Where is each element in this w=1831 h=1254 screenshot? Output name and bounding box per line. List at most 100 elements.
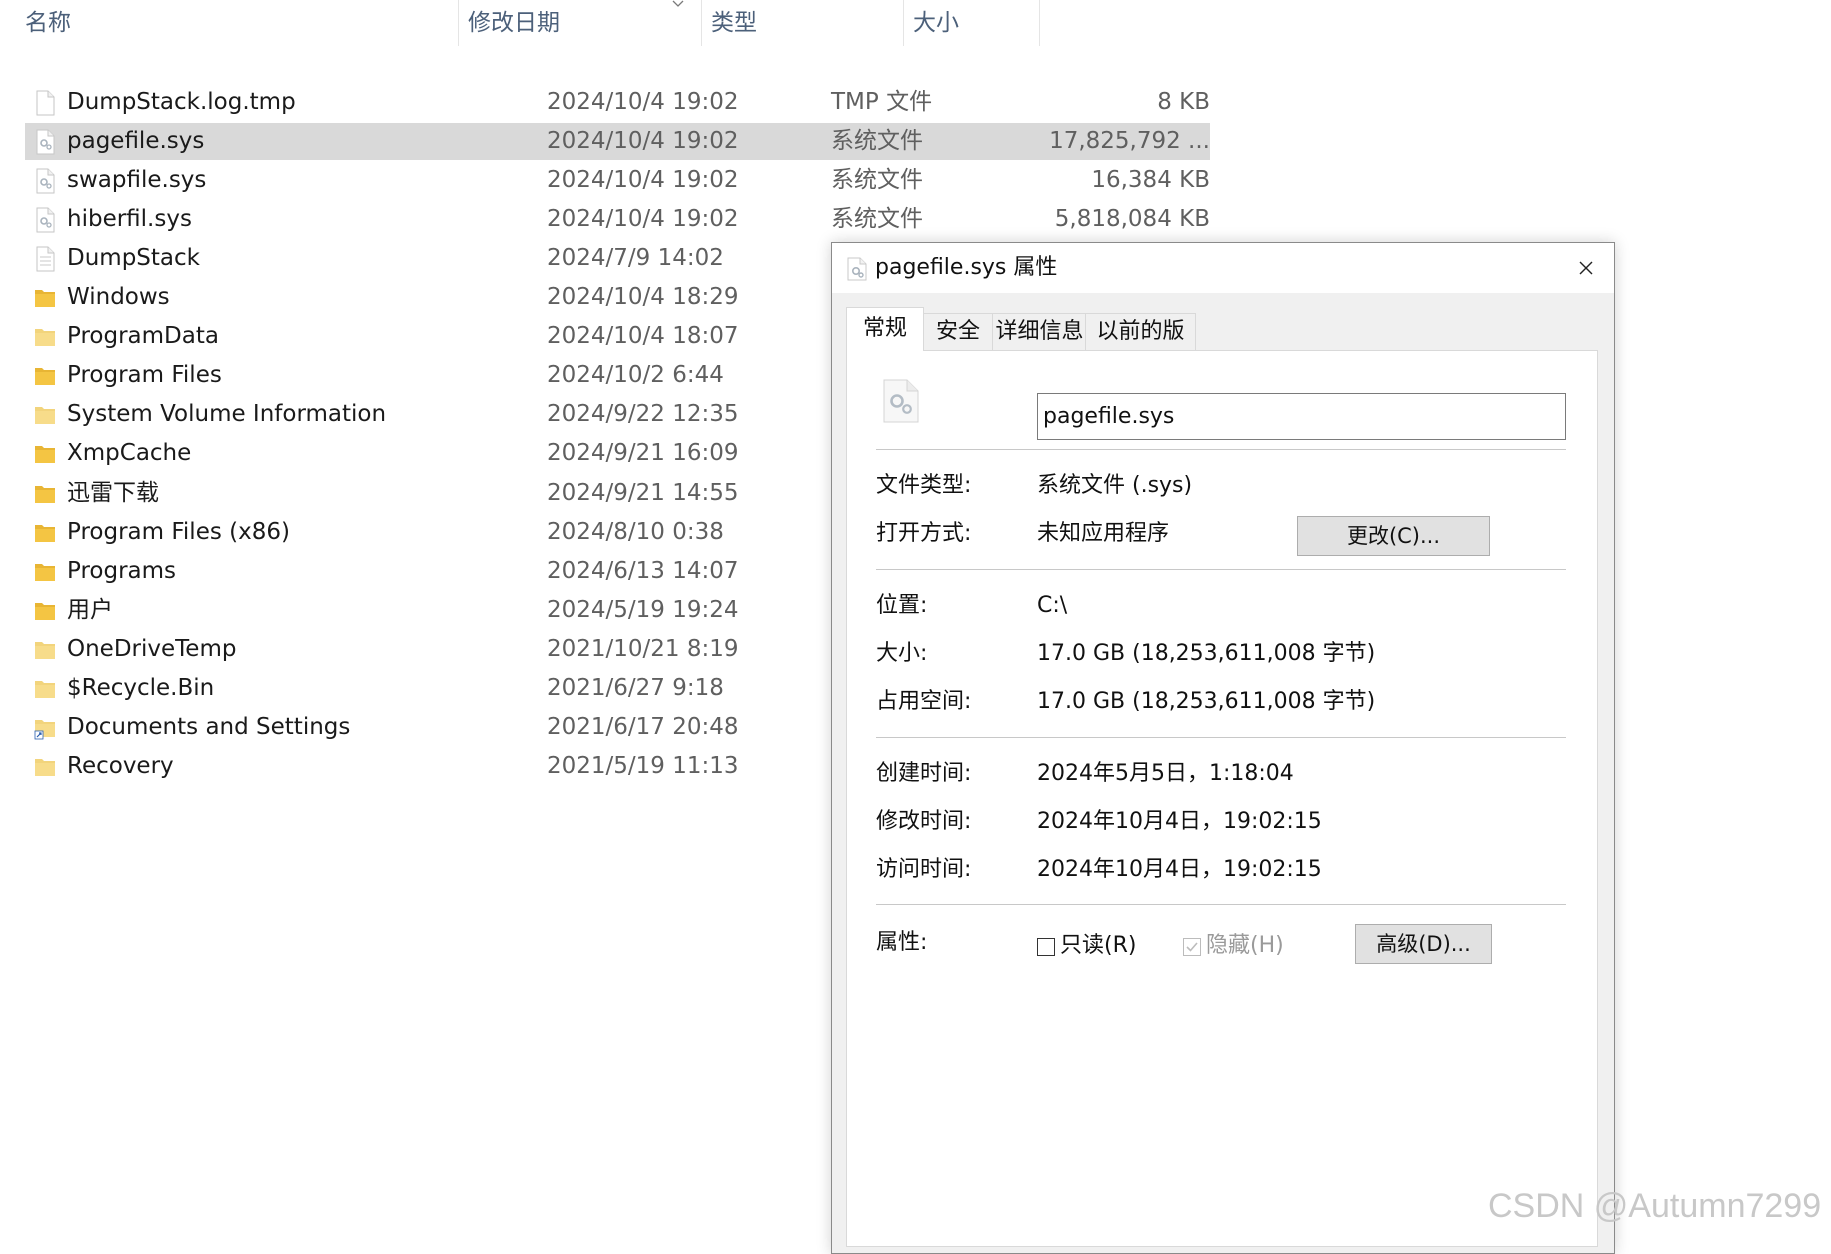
file-name: $Recycle.Bin — [67, 674, 215, 701]
large-system-file-icon — [883, 379, 919, 423]
close-icon — [1579, 261, 1593, 275]
file-modified-date: 2024/7/9 14:02 — [547, 245, 724, 272]
file-type: 系统文件 — [831, 167, 923, 194]
text-file-icon — [34, 246, 56, 272]
divider — [876, 737, 1566, 738]
accessed-value: 2024年10月4日，19:02:15 — [1037, 857, 1322, 882]
file-modified-date: 2024/9/21 14:55 — [547, 479, 739, 506]
file-name: Recovery — [67, 752, 174, 779]
file-row[interactable]: swapfile.sys 2024/10/4 19:02 系统文件 16,384 KB — [25, 162, 1210, 199]
file-name: 用户 — [67, 596, 113, 623]
file-modified-date: 2024/10/4 19:02 — [547, 89, 739, 115]
file-modified-date: 2024/8/10 0:38 — [547, 518, 724, 545]
dialog-titlebar[interactable]: pagefile.sys 属性 — [832, 243, 1614, 293]
folder-icon-faded — [34, 402, 56, 428]
readonly-checkbox[interactable] — [1037, 938, 1055, 956]
file-modified-date: 2021/10/21 8:19 — [547, 635, 739, 662]
file-modified-date: 2024/9/21 16:09 — [547, 440, 739, 467]
sort-descending-icon — [672, 0, 684, 7]
file-name: Documents and Settings — [67, 713, 351, 740]
folder-icon — [34, 520, 56, 546]
file-modified-date: 2024/10/2 6:44 — [547, 362, 724, 389]
system-file-icon — [34, 129, 56, 155]
file-name: hiberfil.sys — [67, 206, 192, 233]
file-size: 17,825,792 ... — [1049, 128, 1210, 155]
folder-icon — [34, 441, 56, 467]
tab-general[interactable]: 常规 — [846, 307, 924, 351]
location-value: C:\ — [1037, 593, 1068, 618]
tab-details[interactable]: 详细信息 — [992, 313, 1087, 350]
file-modified-date: 2024/10/4 18:29 — [547, 284, 739, 311]
file-row[interactable]: pagefile.sys 2024/10/4 19:02 系统文件 17,825,79… — [25, 123, 1210, 161]
tab-security[interactable]: 安全 — [922, 313, 994, 350]
column-divider[interactable] — [701, 0, 702, 46]
file-name: OneDriveTemp — [67, 635, 237, 662]
file-size: 16,384 KB — [1091, 167, 1210, 194]
system-file-icon — [34, 207, 56, 233]
file-name: swapfile.sys — [67, 167, 207, 194]
change-button[interactable]: 更改(C)... — [1297, 516, 1490, 556]
file-modified-date: 2024/9/22 12:35 — [547, 401, 739, 428]
folder-icon-faded — [34, 676, 56, 702]
folder-icon-faded — [34, 324, 56, 350]
advanced-button[interactable]: 高级(D)... — [1355, 924, 1492, 964]
properties-dialog: pagefile.sys 属性 常规 安全 详细信息 以前的版本 文件类型: 系… — [831, 242, 1615, 1254]
file-modified-date: 2024/6/13 14:07 — [547, 557, 739, 584]
file-name: DumpStack — [67, 245, 200, 272]
file-name: DumpStack.log.tmp — [67, 89, 296, 115]
file-name: Program Files — [67, 362, 222, 389]
divider — [876, 449, 1566, 450]
file-name: System Volume Information — [67, 401, 387, 428]
created-label: 创建时间: — [876, 761, 972, 786]
general-tab-panel: 文件类型: 系统文件 (.sys) 打开方式: 未知应用程序 更改(C)... … — [846, 350, 1598, 1247]
column-header-size[interactable]: 大小 — [913, 0, 959, 46]
column-header-name[interactable]: 名称 — [25, 0, 71, 46]
column-divider[interactable] — [458, 0, 459, 46]
divider — [876, 904, 1566, 905]
column-header-date[interactable]: 修改日期 — [468, 0, 560, 46]
file-icon — [34, 90, 56, 116]
folder-icon-faded — [34, 637, 56, 663]
location-label: 位置: — [876, 593, 928, 618]
file-modified-date: 2021/5/19 11:13 — [547, 752, 739, 779]
file-modified-date: 2024/10/4 19:02 — [547, 206, 739, 233]
file-name: ProgramData — [67, 323, 219, 350]
hidden-label[interactable]: 隐藏(H) — [1206, 931, 1284, 961]
close-button[interactable] — [1558, 243, 1614, 293]
file-row[interactable]: DumpStack.log.tmp 2024/10/4 19:02 TMP 文件 8 … — [25, 84, 1210, 121]
size-label: 大小: — [876, 641, 928, 666]
modified-value: 2024年10月4日，19:02:15 — [1037, 809, 1322, 834]
file-type: TMP 文件 — [831, 89, 933, 115]
file-name: Program Files (x86) — [67, 518, 290, 545]
file-name-input[interactable] — [1037, 393, 1566, 440]
file-name: Windows — [67, 284, 170, 311]
file-size: 5,818,084 KB — [1054, 206, 1210, 233]
tab-previous-versions[interactable]: 以前的版本 — [1085, 313, 1196, 380]
system-file-icon — [34, 168, 56, 194]
system-file-icon — [847, 257, 867, 281]
open-with-value: 未知应用程序 — [1037, 521, 1170, 546]
file-modified-date: 2024/10/4 19:02 — [547, 167, 739, 194]
file-modified-date: 2024/5/19 19:24 — [547, 596, 739, 623]
divider — [876, 569, 1566, 570]
column-divider[interactable] — [903, 0, 904, 46]
checkmark-icon — [1186, 942, 1198, 952]
file-modified-date: 2024/10/4 18:07 — [547, 323, 739, 350]
size-value: 17.0 GB (18,253,611,008 字节) — [1037, 641, 1376, 666]
size-on-disk-value: 17.0 GB (18,253,611,008 字节) — [1037, 689, 1376, 714]
folder-icon — [34, 285, 56, 311]
file-size: 8 KB — [1157, 89, 1210, 115]
folder-icon — [34, 481, 56, 507]
size-on-disk-label: 占用空间: — [876, 689, 972, 714]
file-row[interactable]: hiberfil.sys 2024/10/4 19:02 系统文件 5,818,084… — [25, 201, 1210, 238]
readonly-label[interactable]: 只读(R) — [1060, 931, 1136, 961]
file-modified-date: 2021/6/17 20:48 — [547, 713, 739, 740]
watermark: CSDN @Autumn7299 — [1488, 1187, 1822, 1225]
open-with-label: 打开方式: — [876, 521, 972, 546]
column-divider[interactable] — [1039, 0, 1040, 46]
created-value: 2024年5月5日，1:18:04 — [1037, 761, 1294, 786]
folder-icon — [34, 363, 56, 389]
folder-shortcut-icon — [34, 715, 56, 741]
column-header-type[interactable]: 类型 — [711, 0, 757, 46]
hidden-checkbox[interactable] — [1183, 938, 1201, 956]
